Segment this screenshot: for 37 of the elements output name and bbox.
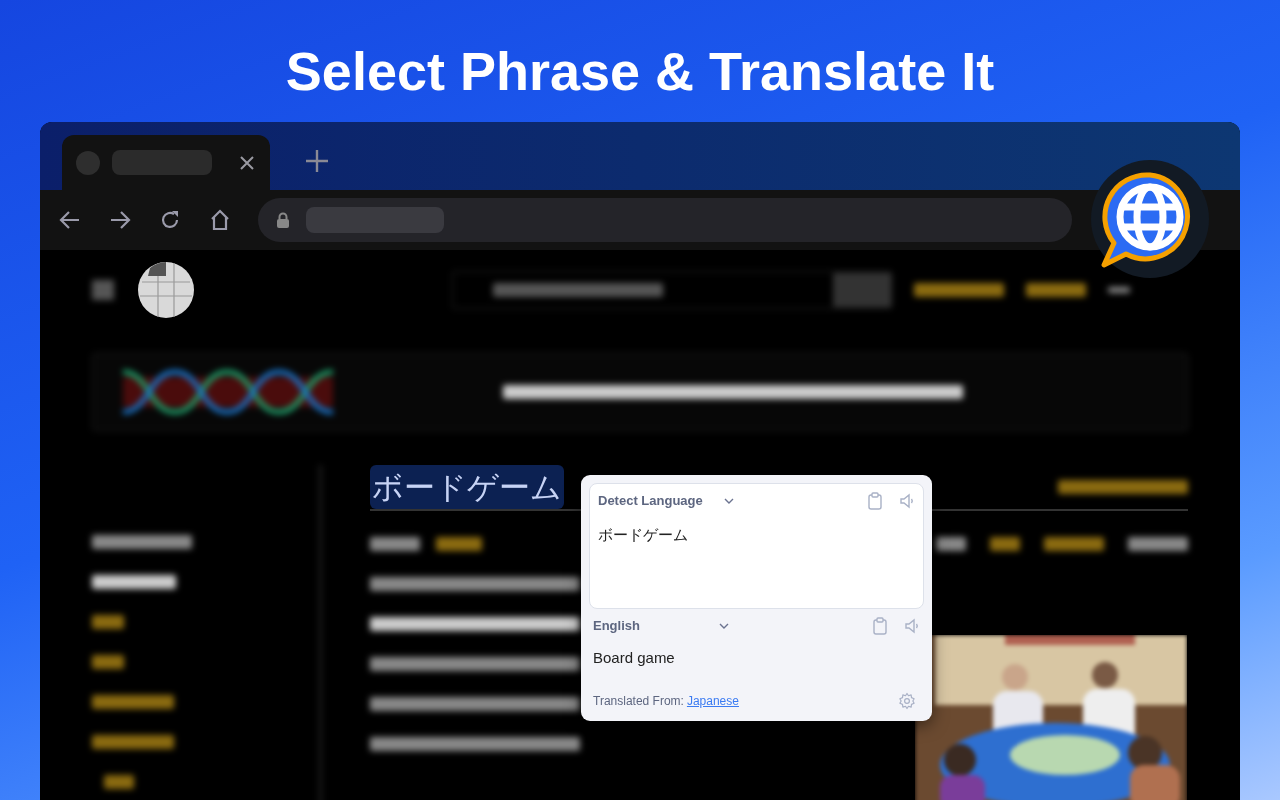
blurred-tab[interactable] (990, 537, 1020, 551)
language-dropdown[interactable]: English (593, 616, 640, 636)
blurred-tab[interactable] (936, 537, 966, 551)
clipboard-icon[interactable] (872, 617, 888, 635)
language-link[interactable]: Japanese (686, 691, 739, 710)
blurred-tab[interactable] (1044, 537, 1104, 551)
blurred-link[interactable] (92, 615, 124, 629)
blurred-link[interactable] (104, 775, 134, 789)
language-dropdown[interactable]: Detect Language (598, 491, 703, 511)
source-text: ボードゲーム (598, 525, 689, 545)
blurred-tab[interactable] (436, 537, 482, 551)
blurred-link[interactable] (92, 655, 124, 669)
blurred-link[interactable] (92, 735, 174, 749)
close-icon[interactable] (238, 153, 256, 172)
more-icon[interactable] (1108, 287, 1130, 293)
translated-text: Board game (593, 648, 676, 668)
settings-icon[interactable] (898, 691, 916, 710)
speaker-icon[interactable] (899, 492, 915, 510)
footer-label: Translated From: (593, 692, 684, 710)
speaker-icon[interactable] (904, 617, 920, 635)
menu-icon[interactable] (92, 280, 114, 300)
puzzle-globe-icon[interactable] (136, 260, 196, 320)
address-bar[interactable] (258, 198, 1072, 242)
search-field[interactable] (452, 271, 892, 309)
blurred-tab[interactable] (370, 537, 420, 551)
blurred-tab[interactable] (1128, 537, 1188, 551)
blurred-link[interactable] (92, 695, 174, 709)
blurred-link[interactable] (1058, 480, 1188, 494)
blurred-link[interactable] (1026, 283, 1086, 297)
clipboard-icon[interactable] (867, 492, 883, 510)
favicon-placeholder (76, 150, 100, 175)
lock-icon (276, 212, 290, 228)
page-heading: ボードゲーム (370, 465, 564, 509)
translate-badge-icon (1090, 159, 1210, 279)
headline: Select Phrase & Translate It (284, 40, 996, 103)
new-tab-icon[interactable] (304, 148, 330, 174)
blurred-link[interactable] (914, 283, 1004, 297)
